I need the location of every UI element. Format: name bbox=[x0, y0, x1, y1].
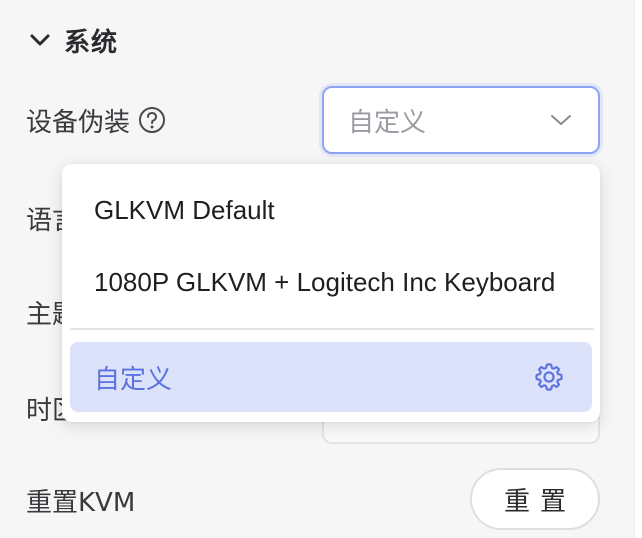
section-title: 系统 bbox=[64, 27, 119, 58]
device-disguise-label: 设备伪装 bbox=[26, 107, 131, 138]
scrollbar-track[interactable] bbox=[634, 0, 642, 538]
chevron-down-icon bbox=[548, 107, 574, 133]
system-section-header[interactable]: 系统 bbox=[28, 22, 118, 58]
question-circle-icon[interactable] bbox=[138, 106, 166, 134]
reset-button[interactable]: 重置 bbox=[470, 468, 600, 530]
option-label: GLKVM Default bbox=[94, 194, 275, 225]
chevron-down-icon bbox=[28, 28, 52, 52]
device-disguise-select[interactable]: 自定义 bbox=[322, 86, 600, 154]
select-value: 自定义 bbox=[348, 107, 427, 138]
device-disguise-dropdown: GLKVM Default 1080P GLKVM + Logitech Inc… bbox=[62, 164, 600, 422]
dropdown-option-custom[interactable]: 自定义 bbox=[70, 342, 592, 412]
option-label: 1080P GLKVM + Logitech Inc Keyboard bbox=[94, 266, 556, 297]
dropdown-option-1080p-logitech[interactable]: 1080P GLKVM + Logitech Inc Keyboard bbox=[62, 250, 600, 314]
reset-kvm-label: 重置KVM bbox=[26, 487, 136, 518]
gear-icon[interactable] bbox=[532, 360, 566, 394]
dropdown-option-glkvm-default[interactable]: GLKVM Default bbox=[62, 178, 600, 242]
settings-page: 系统 设备伪装 自定义 语言 主题 时区 重置KVM 重置 GLKVM Defa… bbox=[0, 0, 642, 538]
dropdown-divider bbox=[70, 328, 594, 330]
device-disguise-label-group: 设备伪装 bbox=[26, 100, 166, 140]
option-label: 自定义 bbox=[94, 364, 173, 395]
